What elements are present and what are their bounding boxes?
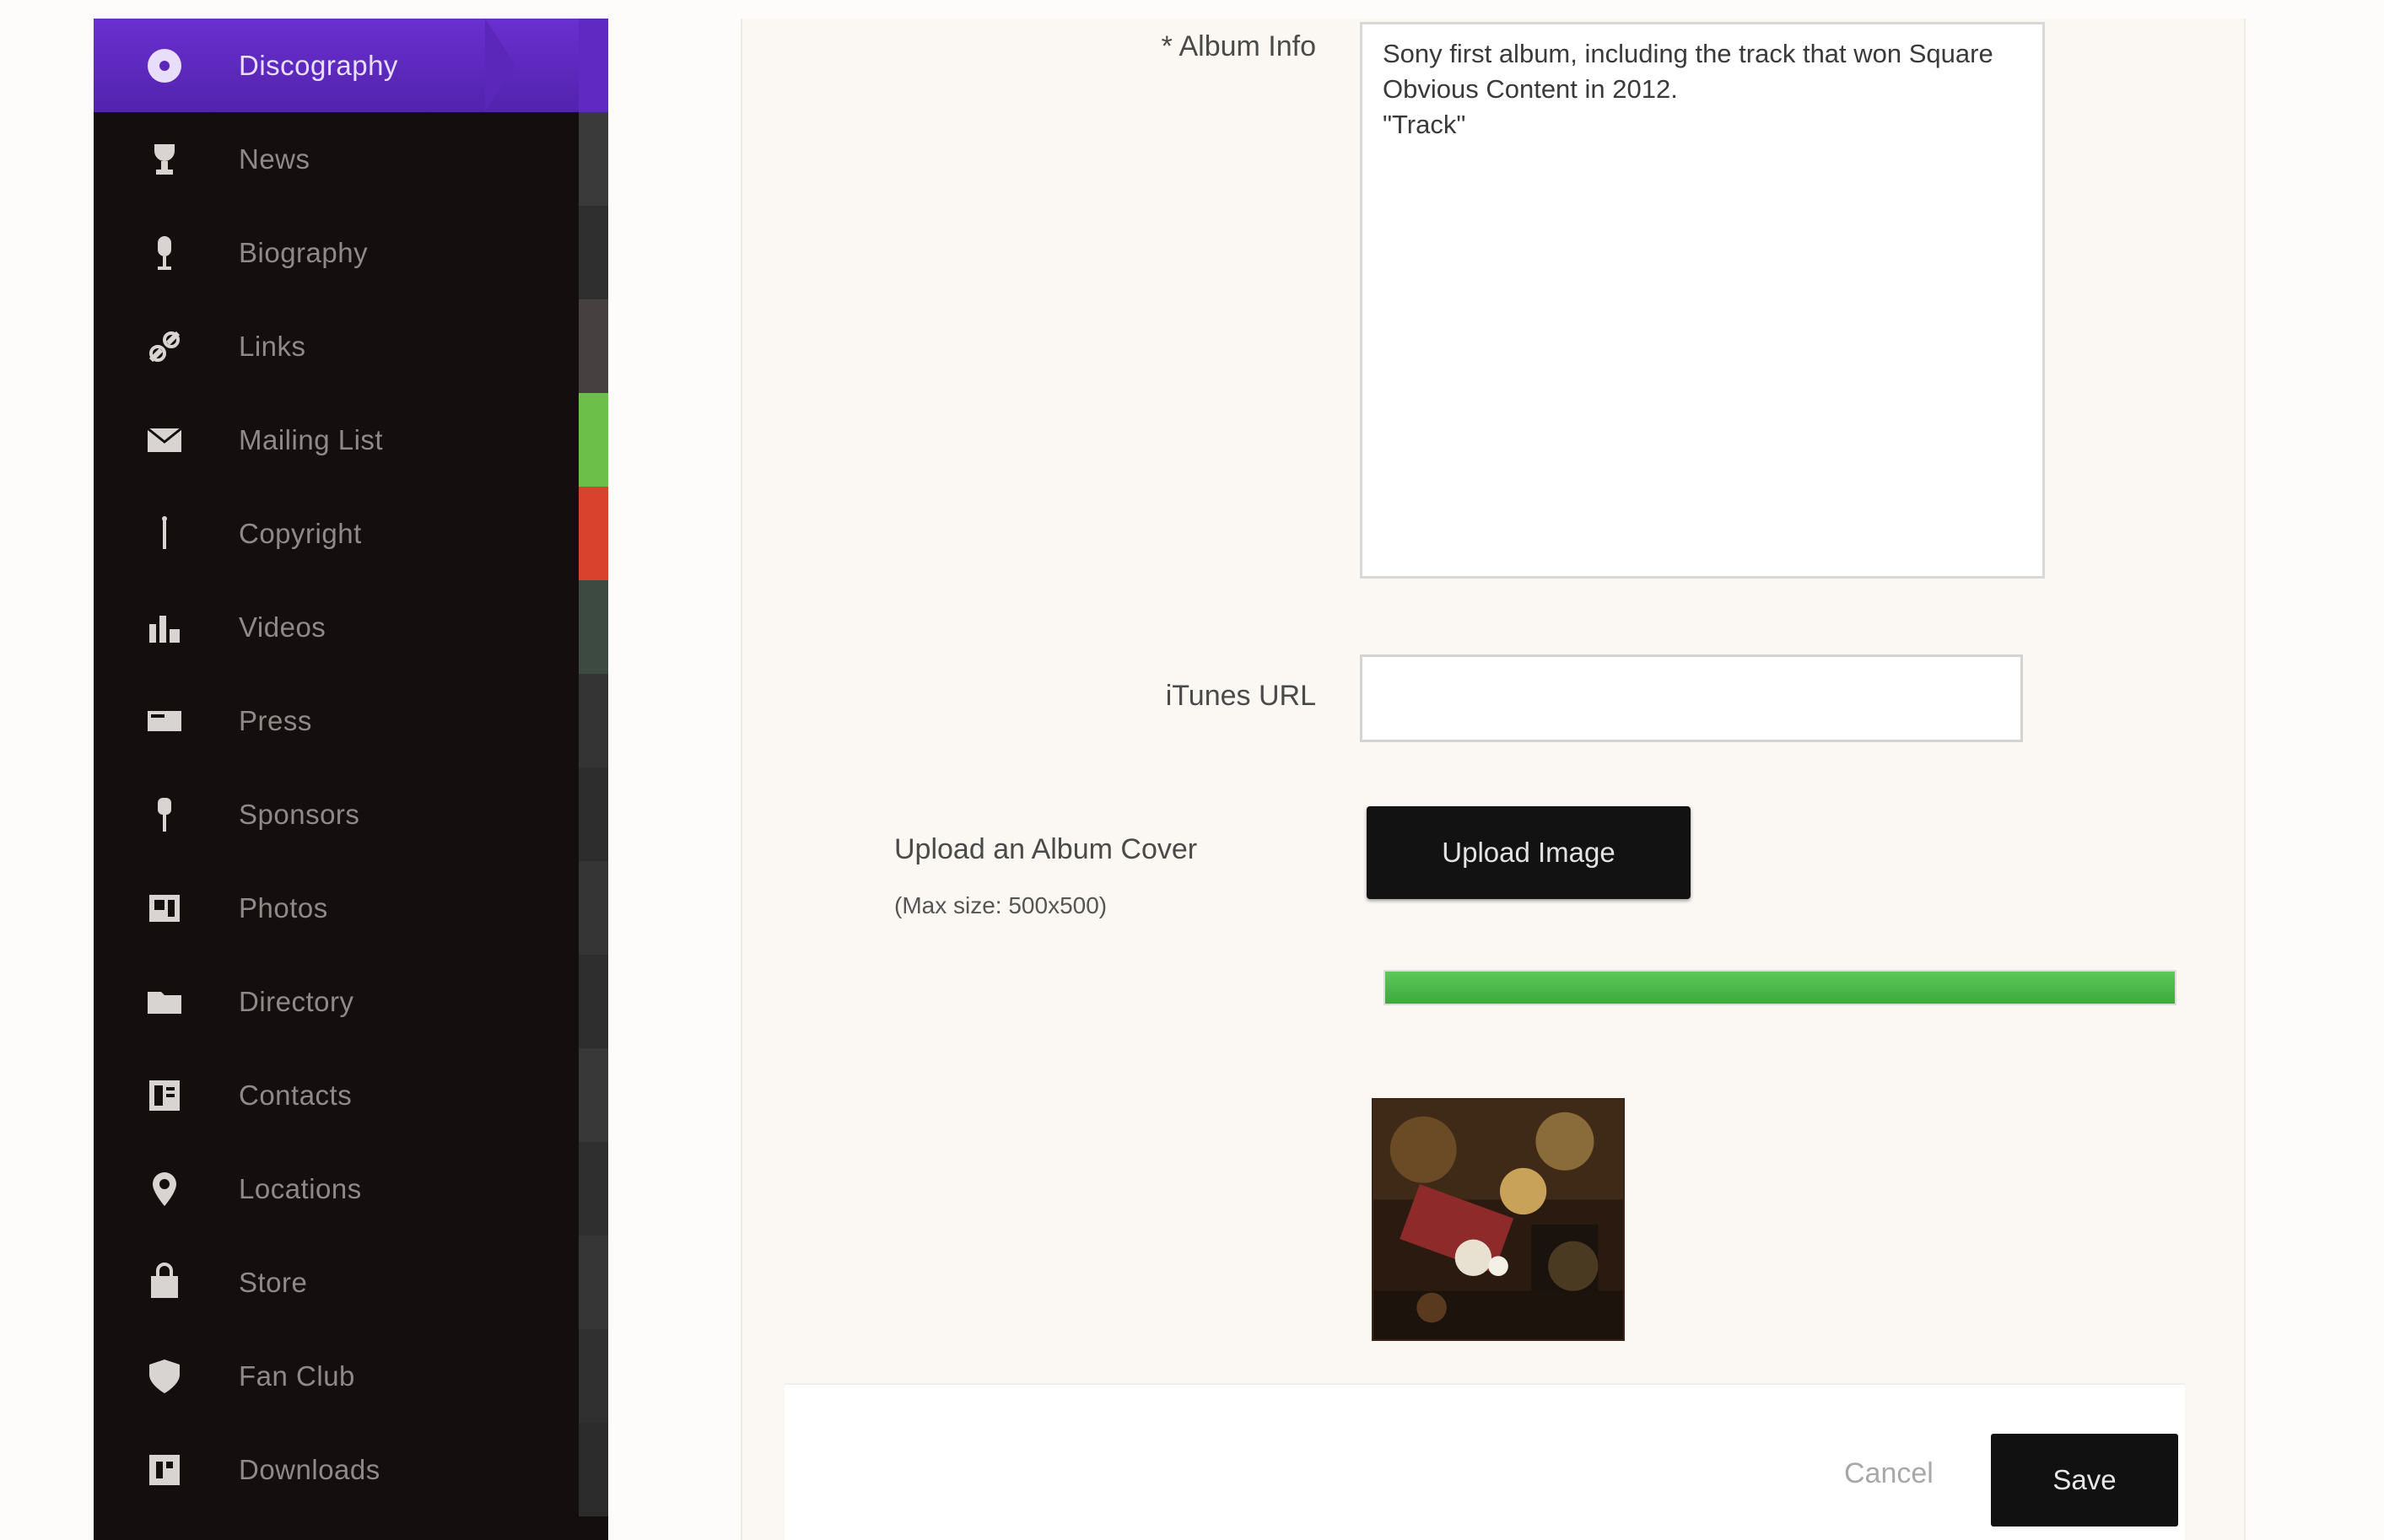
sidebar-status-strip xyxy=(579,1236,608,1329)
sidebar-status-strip xyxy=(579,299,608,393)
sidebar-item-label: Photos xyxy=(239,891,328,923)
sidebar-item-label: Contacts xyxy=(239,1079,353,1111)
sidebar-item-contacts[interactable]: Contacts xyxy=(94,1048,579,1142)
sidebar-item-label: Biography xyxy=(239,236,369,268)
disc-icon xyxy=(139,40,190,91)
sidebar-status-strip xyxy=(579,674,608,767)
contacts-icon xyxy=(139,1070,190,1121)
sidebar-item-mailing-list[interactable]: Mailing List xyxy=(94,393,579,487)
newspaper-icon xyxy=(139,696,190,746)
sidebar-item-fan-club[interactable]: Fan Club xyxy=(94,1329,579,1423)
sidebar-item-sponsors[interactable]: Sponsors xyxy=(94,767,579,861)
sidebar-status-strip xyxy=(579,393,608,487)
sidebar-item-label: Mailing List xyxy=(239,423,384,455)
sidebar-item-news[interactable]: News xyxy=(94,112,579,206)
sidebar-item-store[interactable]: Store xyxy=(94,1236,579,1329)
sidebar-item-label: Downloads xyxy=(239,1453,380,1485)
upload-size-hint: (Max size: 500x500) xyxy=(894,892,1108,918)
sidebar-item-photos[interactable]: Photos xyxy=(94,861,579,955)
sidebar-status-strip xyxy=(579,767,608,861)
sidebar-item-label: Links xyxy=(239,330,306,362)
form-footer xyxy=(785,1383,2185,1540)
bag-icon xyxy=(139,1257,190,1308)
itunes-url-input[interactable] xyxy=(1360,654,2023,742)
download-icon xyxy=(139,1445,190,1495)
sidebar-item-label: Sponsors xyxy=(239,798,360,830)
sidebar-status-strip xyxy=(579,580,608,674)
sidebar-item-biography[interactable]: Biography xyxy=(94,206,579,299)
microphone-icon xyxy=(139,228,190,278)
save-button[interactable]: Save xyxy=(1991,1434,2178,1527)
trophy-icon xyxy=(139,134,190,185)
sidebar-status-strip xyxy=(579,112,608,206)
cancel-link[interactable]: Cancel xyxy=(1844,1457,1934,1490)
sidebar-item-label: Copyright xyxy=(239,517,362,549)
pin-icon xyxy=(139,789,190,840)
sidebar-item-label: Store xyxy=(239,1266,308,1298)
album-info-textarea[interactable] xyxy=(1360,22,2045,579)
sidebar-item-label: News xyxy=(239,143,310,175)
upload-image-button[interactable]: Upload Image xyxy=(1367,806,1691,899)
sidebar-item-label: Directory xyxy=(239,985,354,1017)
page: Discography News Biography Links Mailing Lis… xyxy=(0,0,2384,1540)
info-icon xyxy=(139,509,190,559)
sidebar-status-strip xyxy=(579,1423,608,1516)
sidebar-item-links[interactable]: Links xyxy=(94,299,579,393)
chart-icon xyxy=(139,602,190,653)
album-cover-image xyxy=(1373,1100,1623,1339)
itunes-url-label: iTunes URL xyxy=(1165,680,1316,712)
sidebar-status-strip xyxy=(579,955,608,1048)
sidebar-status-strip xyxy=(579,206,608,299)
sidebar-item-label: Videos xyxy=(239,611,326,643)
active-item-indicator xyxy=(485,19,515,111)
envelope-icon xyxy=(139,415,190,466)
sidebar-status-strip xyxy=(579,1048,608,1142)
album-info-label: * Album Info xyxy=(1161,30,1316,62)
sidebar-status-strip xyxy=(579,1142,608,1236)
photo-icon xyxy=(139,883,190,934)
upload-cover-label: Upload an Album Cover xyxy=(894,833,1198,865)
sidebar-status-strip xyxy=(579,19,608,112)
sidebar-status-strip xyxy=(579,1329,608,1423)
sidebar-item-locations[interactable]: Locations xyxy=(94,1142,579,1236)
shield-icon xyxy=(139,1351,190,1402)
sidebar-item-label: Press xyxy=(239,704,312,736)
sidebar-status-strip xyxy=(579,487,608,580)
link-icon xyxy=(139,321,190,372)
album-cover-thumbnail xyxy=(1372,1098,1625,1341)
sidebar-item-directory[interactable]: Directory xyxy=(94,955,579,1048)
sidebar-item-label: Discography xyxy=(239,49,398,81)
upload-progress-bar xyxy=(1383,970,2176,1005)
sidebar-item-downloads[interactable]: Downloads xyxy=(94,1423,579,1516)
sidebar-item-press[interactable]: Press xyxy=(94,674,579,767)
folder-icon xyxy=(139,977,190,1027)
sidebar-item-copyright[interactable]: Copyright xyxy=(94,487,579,580)
sidebar-item-label: Locations xyxy=(239,1172,362,1204)
sidebar-status-strip xyxy=(579,861,608,955)
sidebar-nav: Discography News Biography Links Mailing Lis… xyxy=(94,19,608,1540)
location-icon xyxy=(139,1164,190,1214)
upload-progress-fill xyxy=(1385,972,2175,1004)
sidebar-item-videos[interactable]: Videos xyxy=(94,580,579,674)
sidebar-item-label: Fan Club xyxy=(239,1360,355,1392)
